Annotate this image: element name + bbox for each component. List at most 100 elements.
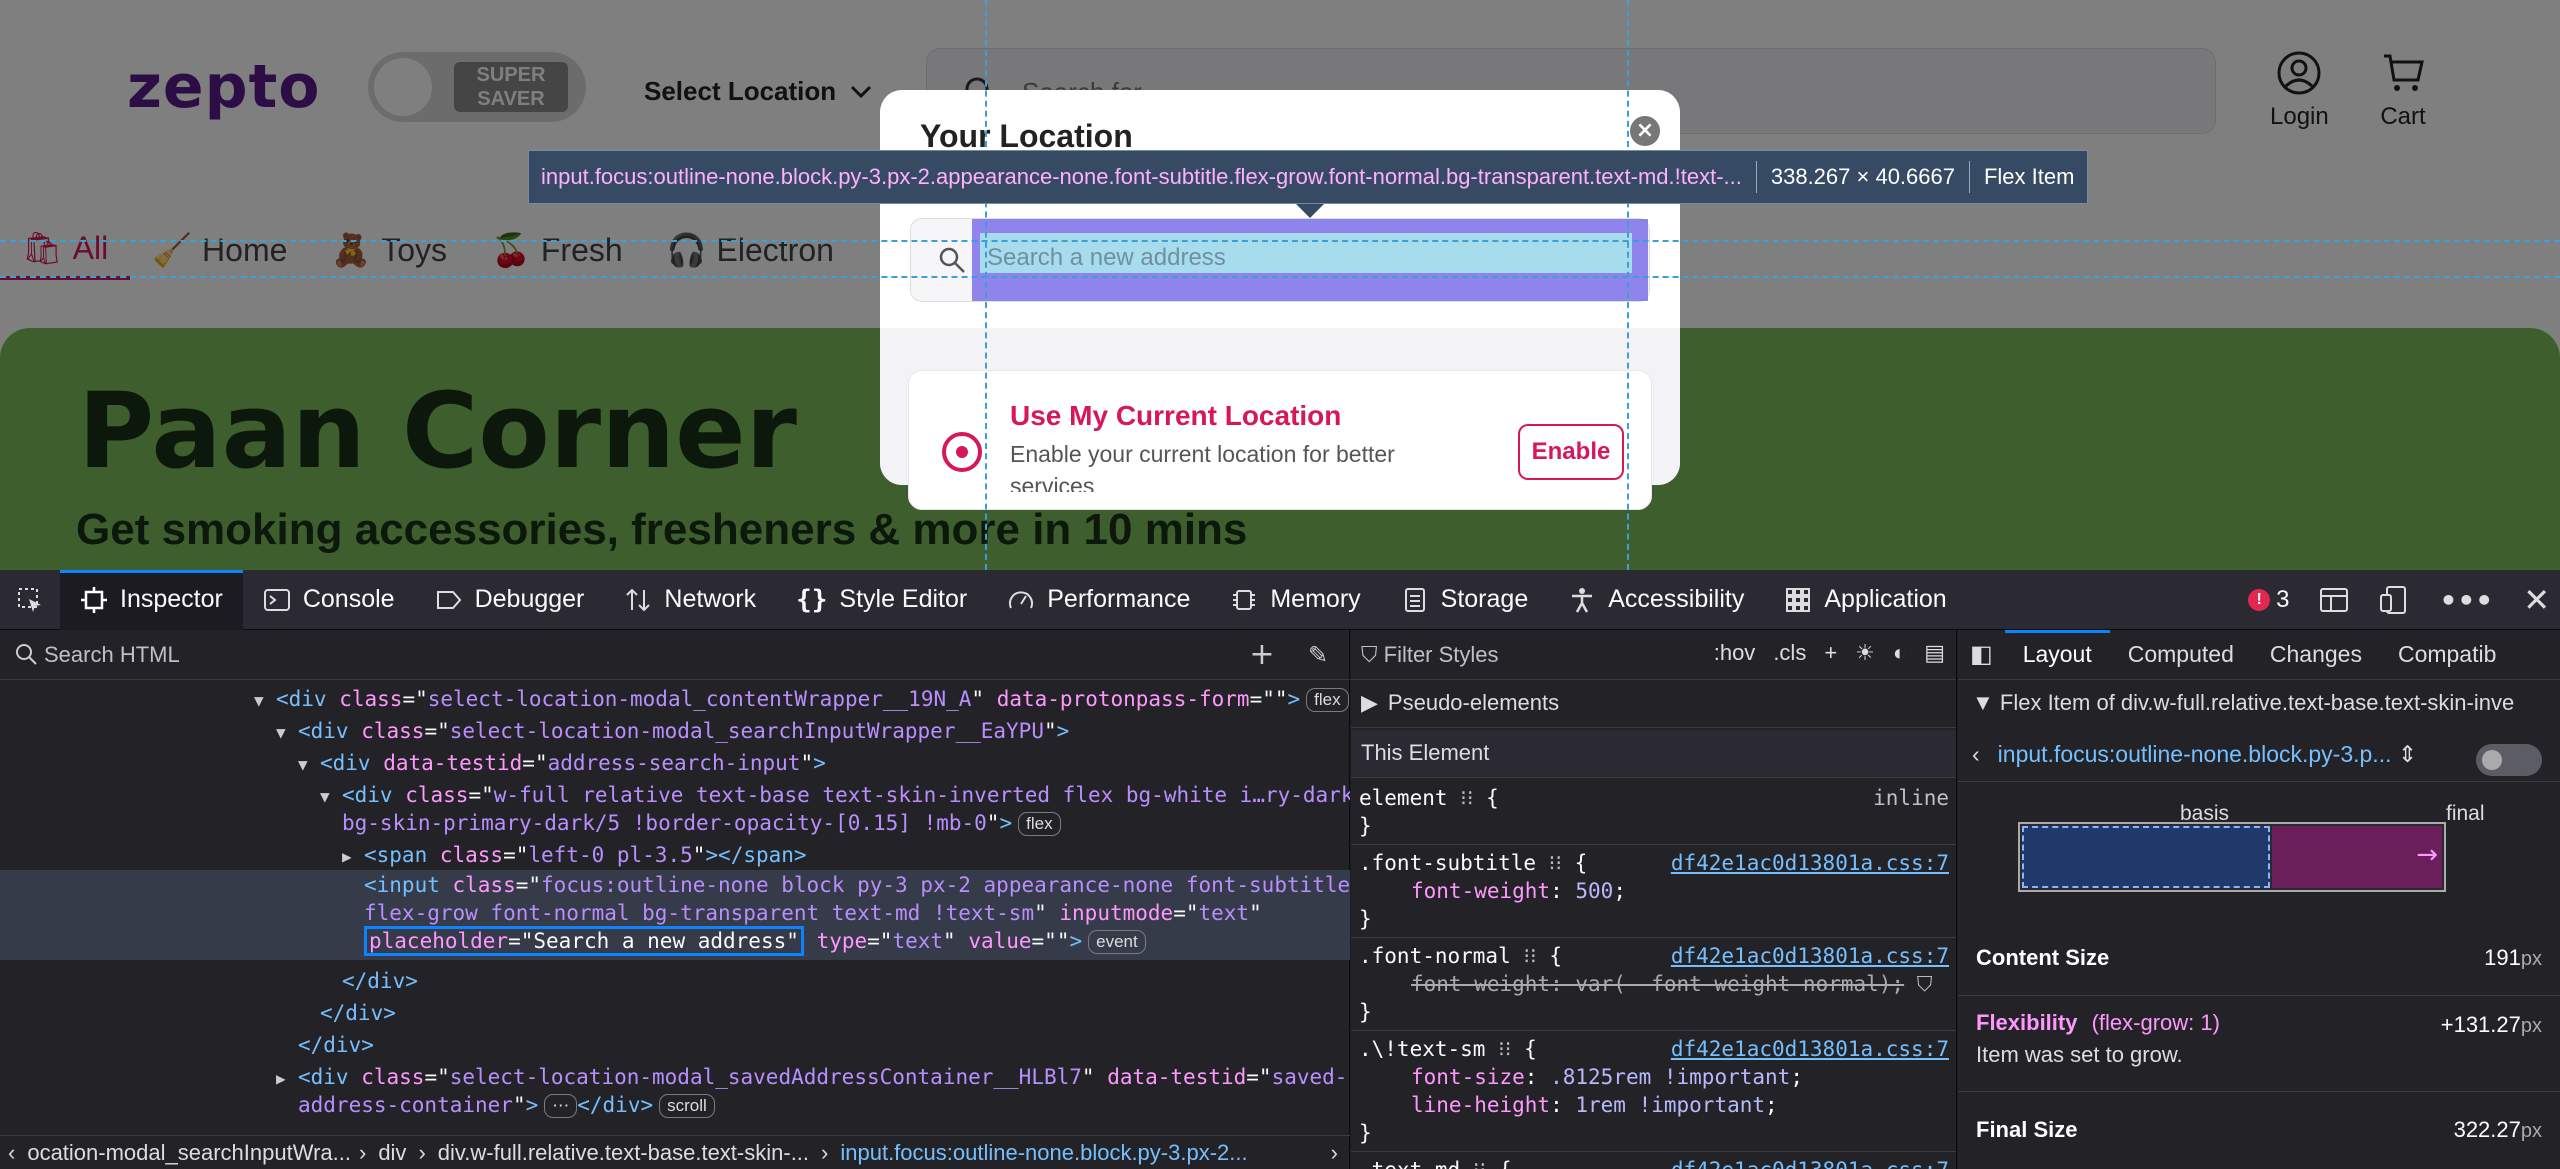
inspector-icon [81,586,107,613]
dark-mode-icon[interactable]: ◐ [1893,640,1906,666]
html-pane: + ✎ ▼<div class="select-location-modal_c… [0,630,1350,1169]
back-icon[interactable]: ‹ [1972,741,1980,767]
more-options-icon[interactable]: ••• [2439,584,2493,617]
tooltip-selector: input.focus:outline-none.block.py-3.px-2… [541,164,1742,189]
selected-attribute[interactable]: placeholder="Search a new address" [364,926,804,956]
add-rule-button[interactable]: + [1824,640,1837,666]
flexibility-row: Flexibility (flex-grow: 1) Item was set … [1958,996,2560,1092]
tab-debugger[interactable]: Debugger [415,570,605,630]
breadcrumb-item[interactable]: ocation-modal_searchInputWra... [27,1140,351,1166]
flex-highlight-toggle[interactable] [2476,744,2542,776]
stylesheet-link[interactable]: df42e1ac0d13801a.css:7 [1671,942,1949,970]
tab-inspector[interactable]: Inspector [60,569,243,630]
event-badge[interactable]: event [1088,930,1146,954]
rules-buttons: :hov .cls + ☀ ◐ ▤ [1714,640,1945,666]
breadcrumb-forward-icon[interactable]: › [1331,1140,1338,1166]
flex-badge[interactable]: flex [1018,812,1061,836]
flex-item-header[interactable]: ▼ Flex Item of div.w-full.relative.text-… [1958,680,2560,726]
storage-icon [1404,587,1425,612]
html-search-bar: + ✎ [0,630,1350,680]
tab-storage[interactable]: Storage [1381,570,1549,630]
html-search-input[interactable] [44,638,1194,672]
braces-icon: {} [796,584,828,615]
tree-node-continued: address-container"> ⋯ </div> scroll [0,1090,1350,1122]
classes-button[interactable]: .cls [1773,640,1806,666]
layout-pane: ◧ Layout Computed Changes Compatib ▼ Fle… [1958,630,2560,1169]
error-count-button[interactable]: ! 3 [2248,586,2289,614]
filter-icon[interactable]: ⛉ [1917,972,1933,996]
tab-computed[interactable]: Computed [2110,630,2252,680]
grid-icon [1786,587,1811,612]
add-node-button[interactable]: + [1244,638,1280,674]
tab-style-editor[interactable]: {} Style Editor [776,570,987,630]
tab-application[interactable]: Application [1764,570,1966,630]
flex-item-selector[interactable]: ‹ input.focus:outline-none.block.py-3.p..… [1958,726,2560,782]
flex-badge[interactable]: flex [1306,688,1349,712]
tab-network[interactable]: Network [604,570,776,630]
tab-changes[interactable]: Changes [2252,630,2380,680]
css-rule[interactable]: .font-normal ⁝⁝ {df42e1ac0d13801a.css:7 … [1351,938,1956,1031]
tooltip-kind: Flex Item [1983,164,2075,189]
eyedropper-icon[interactable]: ✎ [1300,638,1336,674]
hover-toggle-button[interactable]: :hov [1714,640,1756,666]
page-viewport: zepto SUPER SAVER Select Location Search… [0,0,2560,570]
breadcrumb-item-current[interactable]: input.focus:outline-none.block.py-3.px-2… [840,1140,1247,1166]
console-icon [263,588,290,611]
css-rule[interactable]: .font-subtitle ⁝⁝ {df42e1ac0d13801a.css:… [1351,845,1956,938]
pseudo-elements-toggle[interactable]: ▶ Pseudo-elements [1351,680,1956,728]
tree-node[interactable]: ▶ <span class="left-0 pl-3.5"></span> [0,840,1350,872]
guide-line-left [985,0,987,570]
stylesheet-link[interactable]: df42e1ac0d13801a.css:7 [1671,849,1949,877]
grow-bar [2272,826,2442,888]
print-icon[interactable]: ▤ [1924,640,1945,666]
element-picker-button[interactable] [0,570,60,630]
scroll-badge[interactable]: scroll [659,1094,715,1118]
light-mode-icon[interactable]: ☀ [1855,640,1875,666]
close-icon[interactable]: × [1630,116,1660,146]
css-rule[interactable]: .\!text-sm ⁝⁝ {df42e1ac0d13801a.css:7 fo… [1351,1031,1956,1152]
memory-icon [1233,589,1256,610]
selected-tree-node[interactable]: <input class="focus:outline-none block p… [0,870,1350,960]
responsive-design-icon[interactable] [2379,585,2409,615]
tab-label: Debugger [474,585,585,613]
tab-label: Storage [1440,585,1529,613]
ellipsis-badge[interactable]: ⋯ [544,1094,578,1118]
expand-icon: ▶ [1361,690,1378,715]
tab-compatibility[interactable]: Compatib [2380,630,2514,680]
closing-tag: </div> [342,969,418,993]
final-label: final [2446,802,2485,825]
split-console-icon[interactable] [2319,586,2349,614]
tab-label: Console [302,585,395,613]
tree-node[interactable]: ▼ <div class="select-location-modal_conte… [0,684,1350,716]
tab-label: Style Editor [839,585,968,613]
tree-node[interactable]: ▼ <div data-testid="address-search-input"… [0,748,1350,780]
basis-bar [2022,826,2270,888]
breadcrumb-item[interactable]: div.w-full.relative.text-base.text-skin-… [438,1140,809,1166]
filter-styles-input[interactable]: ⛉ Filter Styles [1361,642,1499,668]
devtools-panel: Inspector Console Debugger Network {} St… [0,569,2560,1169]
current-location-description: Enable your current location for better … [1010,441,1395,492]
tree-node-continued: bg-skin-primary-dark/5 !border-opacity-[… [0,808,1350,840]
tab-layout[interactable]: Layout [2004,630,2110,680]
guide-line-top [0,240,2560,242]
stylesheet-link[interactable]: df42e1ac0d13801a.css:7 [1671,1035,1949,1063]
close-devtools-icon[interactable]: ✕ [2523,581,2550,619]
breadcrumb-item[interactable]: div [378,1140,406,1166]
css-rule[interactable]: .text-md ⁝⁝ {df42e1ac0d13801a.css:7 [1351,1152,1956,1169]
tab-performance[interactable]: Performance [987,570,1210,630]
breadcrumb-back-icon[interactable]: ‹ [8,1140,15,1166]
stylesheet-link[interactable]: df42e1ac0d13801a.css:7 [1671,1156,1949,1169]
debugger-icon [436,590,461,609]
closing-tag: </div> [298,1033,374,1057]
tree-node[interactable]: ▼ <div class="select-location-modal_searc… [0,716,1350,748]
tab-memory[interactable]: Memory [1210,570,1380,630]
tab-accessibility[interactable]: Accessibility [1548,570,1764,630]
rules-toolbar: ⛉ Filter Styles :hov .cls + ☀ ◐ ▤ [1351,630,1956,680]
current-location-title: Use My Current Location [1010,400,1342,431]
css-rule[interactable]: element ⁝⁝ {inline } [1351,780,1956,845]
flex-item-diagram [2018,822,2446,892]
sidebar-toggle-icon[interactable]: ◧ [1958,640,2005,669]
enable-location-button[interactable]: Enable [1518,424,1624,480]
tab-label: Inspector [120,585,223,613]
tab-console[interactable]: Console [243,570,415,630]
